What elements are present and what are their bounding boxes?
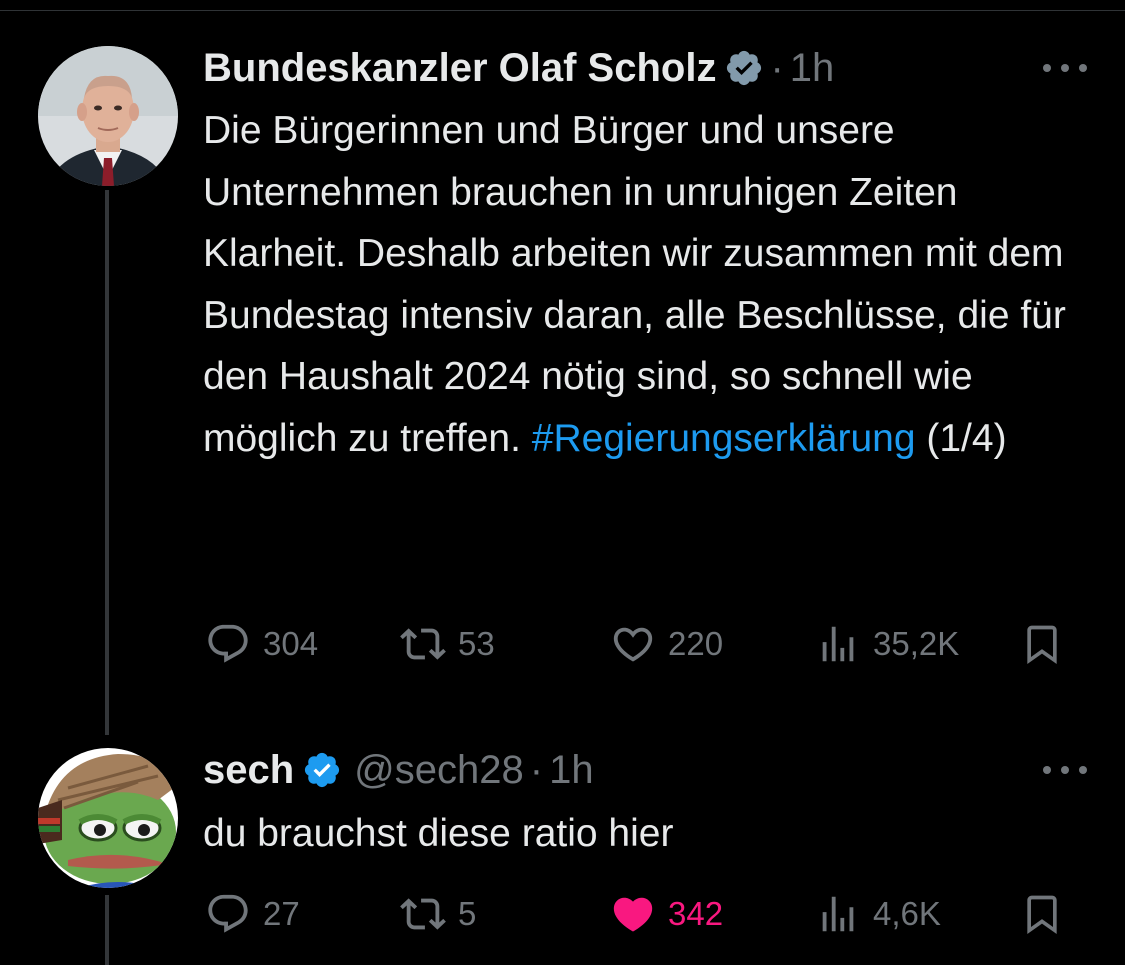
more-options-icon[interactable]	[1043, 760, 1087, 780]
reply-count: 27	[263, 895, 300, 932]
tweet2-actions: 27 5 342 4,6K	[0, 889, 1125, 939]
heart-filled-icon	[610, 891, 656, 937]
tweet1-actions: 304 53 220 35,2K	[0, 619, 1125, 669]
separator-dot: ·	[529, 748, 544, 792]
tweet2-text: du brauchst diese ratio hier	[203, 812, 674, 855]
timestamp[interactable]: 1h	[790, 44, 835, 92]
views-button[interactable]: 4,6K	[815, 889, 941, 939]
tweet1-header: Bundeskanzler Olaf Scholz · 1h	[203, 44, 834, 92]
bookmark-icon[interactable]	[1020, 889, 1064, 944]
like-count: 342	[668, 895, 724, 932]
author-name[interactable]: sech	[203, 746, 294, 794]
more-options-icon[interactable]	[1043, 58, 1087, 78]
repost-icon	[400, 621, 446, 667]
bookmark-icon[interactable]	[1020, 619, 1064, 674]
reply-button[interactable]: 27	[205, 889, 300, 939]
like-button[interactable]: 220	[610, 619, 723, 669]
tweet2-header: sech @sech28 · 1h	[203, 746, 594, 794]
author-handle[interactable]: @sech28	[354, 746, 524, 794]
verified-badge-gray-icon	[724, 48, 764, 88]
views-button[interactable]: 35,2K	[815, 619, 959, 669]
avatar-sech[interactable]	[38, 748, 178, 888]
views-chart-icon	[815, 621, 861, 667]
hashtag-link[interactable]: #Regierungserklärung	[532, 417, 916, 460]
reply-button[interactable]: 304	[205, 619, 318, 669]
tweet-body: Die Bürgerinnen und Bürger und unsere Un…	[203, 109, 1066, 460]
tweet1-text: Die Bürgerinnen und Bürger und unsere Un…	[203, 100, 1103, 469]
heart-outline-icon	[610, 621, 656, 667]
views-count: 35,2K	[873, 625, 960, 662]
repost-icon	[400, 891, 446, 937]
avatar-olaf-scholz[interactable]	[38, 46, 178, 186]
reply-icon	[205, 891, 251, 937]
like-count: 220	[668, 625, 724, 662]
reply-count: 304	[263, 625, 319, 662]
repost-button[interactable]: 5	[400, 889, 476, 939]
reply-icon	[205, 621, 251, 667]
verified-badge-blue-icon	[302, 750, 342, 790]
repost-button[interactable]: 53	[400, 619, 495, 669]
author-name[interactable]: Bundeskanzler Olaf Scholz	[203, 44, 716, 92]
top-divider	[0, 10, 1125, 11]
repost-count: 5	[458, 895, 477, 932]
repost-count: 53	[458, 625, 495, 662]
views-chart-icon	[815, 891, 861, 937]
timestamp[interactable]: 1h	[549, 746, 594, 794]
like-button[interactable]: 342	[610, 889, 723, 939]
tweet-body-tail: (1/4)	[915, 416, 1007, 460]
separator-dot: ·	[770, 46, 784, 90]
views-count: 4,6K	[873, 895, 941, 932]
